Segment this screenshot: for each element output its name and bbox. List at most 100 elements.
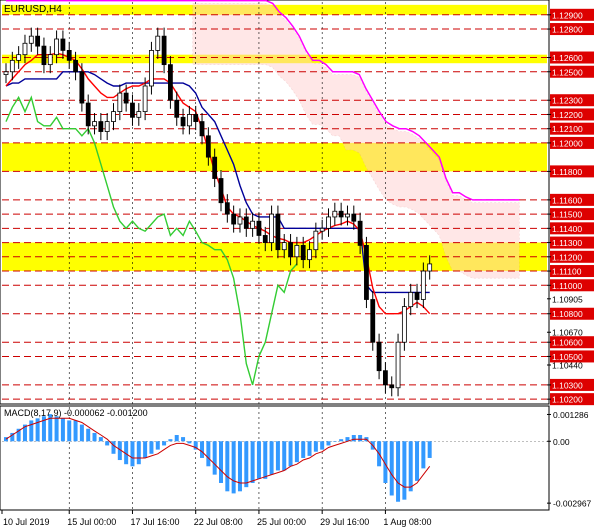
candle-body <box>212 156 218 179</box>
candle-body <box>47 54 53 66</box>
candle-body <box>345 213 350 218</box>
candle-body <box>294 245 300 258</box>
candle-body <box>389 384 395 389</box>
candle-body <box>54 38 59 56</box>
macd-histogram-bar <box>269 441 274 475</box>
price-label: 1.12200 <box>552 110 583 120</box>
price-label: 1.10440 <box>552 360 583 370</box>
date-label: 29 Jul 16:00 <box>320 517 369 527</box>
price-label: 1.11000 <box>552 281 582 291</box>
candle-body <box>35 35 41 47</box>
candle-body <box>313 230 319 251</box>
macd-histogram-bar <box>427 441 432 458</box>
candle-body <box>288 242 293 258</box>
candle-body <box>174 99 180 118</box>
macd-histogram-bar <box>130 441 135 467</box>
candle-body <box>218 178 224 204</box>
price-label: 1.11400 <box>552 224 582 234</box>
candle-body <box>73 59 78 73</box>
candle-body <box>155 35 161 51</box>
price-label: 1.12900 <box>552 10 583 20</box>
candle-body <box>319 227 325 232</box>
date-label: 10 Jul 2019 <box>3 517 50 527</box>
candle-body <box>357 220 363 246</box>
candle-body <box>370 299 376 343</box>
candle-body <box>420 270 426 300</box>
candle-body <box>98 121 104 132</box>
price-label: 1.12300 <box>552 96 583 106</box>
macd-histogram-bar <box>168 439 173 442</box>
macd-histogram-bar <box>206 441 211 467</box>
macd-histogram-bar <box>339 439 344 442</box>
macd-histogram-bar <box>313 441 318 452</box>
candle-body <box>22 42 28 56</box>
candle-body <box>111 111 116 122</box>
macd-histogram-bar <box>181 437 186 442</box>
macd-histogram-bar <box>105 441 110 446</box>
macd-histogram-bar <box>389 441 394 496</box>
price-label: 1.11100 <box>552 267 582 277</box>
candle-body <box>269 213 274 243</box>
macd-histogram-bar <box>358 435 363 442</box>
price-label: 1.10800 <box>552 309 583 319</box>
candle-body <box>117 92 123 113</box>
price-label: 1.12500 <box>552 67 583 77</box>
candle-body <box>275 213 281 251</box>
macd-histogram-bar <box>143 441 148 458</box>
macd-histogram-bar <box>332 441 337 442</box>
candle-body <box>351 213 357 222</box>
macd-panel <box>0 405 550 511</box>
macd-histogram-bar <box>155 441 160 450</box>
macd-histogram-bar <box>326 441 331 446</box>
macd-histogram-bar <box>174 435 179 442</box>
candle-body <box>256 220 262 236</box>
macd-histogram-bar <box>98 437 103 442</box>
chart-title: EURUSD,H4 <box>4 4 62 15</box>
price-label: 1.12800 <box>552 25 583 35</box>
candle-body <box>427 263 433 272</box>
candle-body <box>161 35 167 66</box>
price-label: 1.11600 <box>552 195 582 205</box>
price-label: 1.10200 <box>552 395 583 405</box>
price-label: 1.12000 <box>552 138 583 148</box>
macd-histogram-bar <box>402 441 407 500</box>
price-label: 1.12100 <box>552 124 583 134</box>
candle-body <box>180 116 186 127</box>
macd-histogram-bar <box>421 441 426 469</box>
candle-body <box>243 216 249 229</box>
macd-histogram-bar <box>86 428 91 442</box>
macd-histogram-bar <box>219 441 223 483</box>
macd-histogram-bar <box>301 441 306 458</box>
candle-body <box>224 202 230 215</box>
candle-body <box>414 291 420 300</box>
date-label: 22 Jul 08:00 <box>194 517 243 527</box>
macd-histogram-bar <box>225 441 230 492</box>
chart-canvas: 1.12900 1.12800 1.12600 1.12500 1.12300 1.122… <box>0 0 594 527</box>
candle-body <box>383 370 388 386</box>
macd-axis-label: 0.00 <box>553 437 570 447</box>
candle-body <box>168 64 173 101</box>
macd-histogram-bar <box>212 441 217 475</box>
macd-histogram-bar <box>307 441 312 456</box>
candle-body <box>300 245 306 261</box>
macd-histogram-bar <box>111 441 116 454</box>
macd-histogram-bar <box>73 420 78 442</box>
macd-histogram-bar <box>29 420 34 442</box>
macd-axis-label: 0.001286 <box>553 410 589 420</box>
macd-histogram-bar <box>244 441 249 488</box>
candle-body <box>364 245 369 300</box>
candle-body <box>326 216 331 229</box>
candle-body <box>237 216 243 225</box>
macd-histogram-bar <box>200 441 205 458</box>
date-label: 25 Jul 00:00 <box>257 517 306 527</box>
candle-body <box>262 235 268 243</box>
macd-title: MACD(8,17,9) -0.000062 -0.001200 <box>4 408 148 418</box>
macd-histogram-bar <box>320 441 325 450</box>
price-label: 1.11300 <box>552 238 582 248</box>
macd-histogram-bar <box>351 435 356 442</box>
macd-histogram-bar <box>256 441 261 479</box>
candle-body <box>79 71 85 104</box>
macd-histogram-bar <box>288 441 293 467</box>
candle-body <box>231 213 237 225</box>
macd-histogram-bar <box>263 441 268 479</box>
